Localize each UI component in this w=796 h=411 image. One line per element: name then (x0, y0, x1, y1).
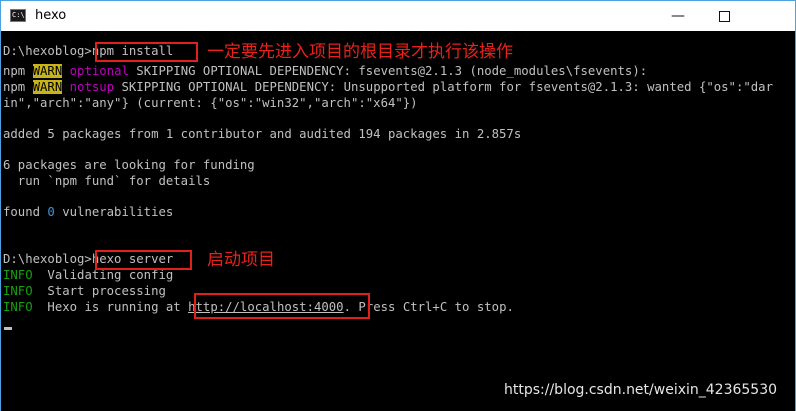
maximize-button[interactable] (701, 1, 747, 31)
warn-line-optional: npm WARN optional SKIPPING OPTIONAL DEPE… (3, 63, 647, 79)
warn-badge: WARN (32, 80, 63, 94)
npm-prefix: npm (3, 64, 33, 78)
warn-line-notsup: npm WARN notsup SKIPPING OPTIONAL DEPEND… (3, 79, 773, 95)
maximize-icon (718, 10, 730, 22)
annotation-start-project: 启动项目 (207, 250, 275, 270)
window-title: hexo (35, 8, 67, 23)
info-badge: INFO (3, 284, 33, 298)
info-badge: INFO (3, 300, 33, 314)
title-bar[interactable]: C:\ hexo — (1, 1, 795, 31)
warn-continuation: in","arch":"any"} (current: {"os":"win32… (3, 96, 418, 110)
terminal-icon: C:\ (10, 9, 26, 22)
watermark-text: https://blog.csdn.net/weixin_42365530 (504, 382, 778, 398)
funding-hint-line: run `npm fund` for details (3, 174, 211, 188)
added-packages-line: added 5 packages from 1 contributor and … (3, 127, 522, 141)
funding-line: 6 packages are looking for funding (3, 158, 255, 172)
terminal-output[interactable]: D:\hexoblog>npm install npm WARN optiona… (1, 31, 795, 411)
npm-prefix: npm (3, 80, 33, 94)
highlight-box-npm-install (95, 42, 198, 62)
warn-badge: WARN (32, 64, 63, 78)
info-message: Hexo is running at (32, 300, 189, 314)
info-message: Validating config (32, 268, 174, 282)
info-line-processing: INFO Start processing (3, 283, 166, 299)
warn-tag: notsup (62, 80, 115, 94)
warn-tag: optional (62, 64, 129, 78)
console-window: C:\ hexo — D:\hexoblog>npm install npm W… (0, 0, 796, 411)
minimize-button[interactable]: — (655, 1, 701, 31)
vuln-count: 0 (47, 205, 55, 219)
annotation-root-dir-note: 一定要先进入项目的根目录才执行该操作 (207, 42, 513, 62)
highlight-box-url (194, 293, 370, 319)
text-cursor (4, 327, 12, 330)
vuln-prefix: found (3, 205, 48, 219)
highlight-box-hexo-server (95, 250, 192, 270)
prompt: D:\hexoblog> (3, 44, 92, 58)
info-message: Start processing (32, 284, 166, 298)
warn-message: SKIPPING OPTIONAL DEPENDENCY: fsevents@2… (128, 64, 648, 78)
vulnerabilities-line: found 0 vulnerabilities (3, 204, 173, 220)
info-badge: INFO (3, 268, 33, 282)
prompt: D:\hexoblog> (3, 252, 92, 266)
vuln-suffix: vulnerabilities (54, 205, 174, 219)
warn-message: SKIPPING OPTIONAL DEPENDENCY: Unsupporte… (114, 80, 773, 94)
